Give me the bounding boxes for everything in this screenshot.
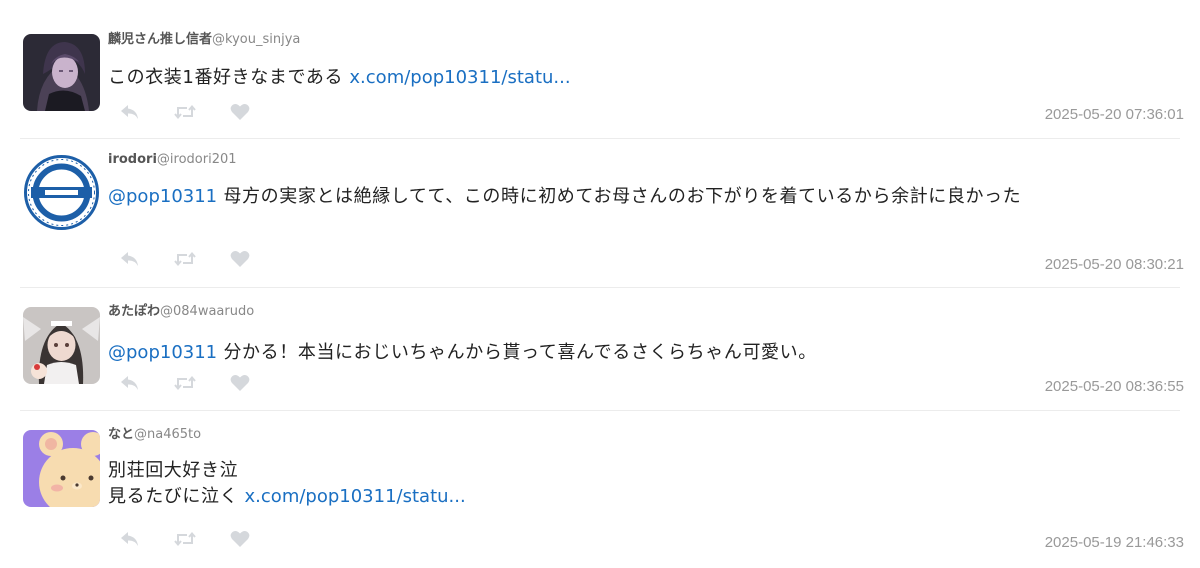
- reply-button[interactable]: [118, 248, 142, 270]
- reply-button[interactable]: [118, 528, 142, 550]
- tweet-text-segment: 見るたびに泣く: [108, 486, 245, 507]
- avatar[interactable]: [23, 34, 100, 111]
- heart-icon: [230, 104, 250, 120]
- reply-icon: [121, 105, 138, 119]
- bear-face-avatar-icon: [23, 430, 100, 507]
- retweet-icon: [174, 251, 196, 267]
- tweet-item: あたぽわ@084waarudo @pop10311 分かる！本当におじいちゃんか…: [0, 287, 1200, 409]
- tweet-text-segment: 分かる！本当におじいちゃんから貰って喜んでるさくらちゃん可愛い。: [217, 342, 817, 363]
- tweet-timestamp[interactable]: 2025-05-20 07:36:01: [1045, 105, 1184, 125]
- tweet-actions: [118, 372, 283, 394]
- tweet-item: irodori@irodori201 @pop10311 母方の実家とは絶縁して…: [0, 138, 1200, 286]
- mention-link[interactable]: @pop10311: [108, 342, 217, 363]
- tweet-header: なと@na465to: [108, 426, 201, 444]
- tweet-text-segment: 別荘回大好き泣: [108, 460, 239, 481]
- tweet-text: この衣装1番好きなまである x.com/pop10311/statu...: [108, 65, 1178, 91]
- dark-haired-character-avatar-icon: [23, 34, 100, 111]
- like-button[interactable]: [228, 248, 252, 270]
- like-button[interactable]: [228, 101, 252, 123]
- tweet-feed: 麟児さん推し信者@kyou_sinjya この衣装1番好きなまである x.com…: [0, 0, 1200, 568]
- tweet-text-line: 別荘回大好き泣: [108, 458, 1178, 484]
- reply-button[interactable]: [118, 372, 142, 394]
- tweet-text-segment: 母方の実家とは絶縁してて、この時に初めてお母さんのお下がりを着ているから余計に良…: [217, 186, 1022, 207]
- tweet-text-segment: この衣装1番好きなまである: [108, 67, 350, 88]
- blue-emblem-avatar-icon: [23, 154, 100, 231]
- tweet-text: @pop10311 母方の実家とは絶縁してて、この時に初めてお母さんのお下がりを…: [108, 184, 1178, 210]
- like-button[interactable]: [228, 528, 252, 550]
- user-handle[interactable]: @kyou_sinjya: [212, 32, 300, 47]
- retweet-button[interactable]: [173, 528, 197, 550]
- tweet-timestamp[interactable]: 2025-05-20 08:36:55: [1045, 377, 1184, 397]
- tweet-item: なと@na465to 別荘回大好き泣 見るたびに泣く x.com/pop1031…: [0, 410, 1200, 568]
- retweet-icon: [174, 375, 196, 391]
- retweet-icon: [174, 531, 196, 547]
- tweet-item: 麟児さん推し信者@kyou_sinjya この衣装1番好きなまである x.com…: [0, 22, 1200, 138]
- mention-link[interactable]: @pop10311: [108, 186, 217, 207]
- avatar[interactable]: [23, 154, 100, 231]
- tweet-header: 麟児さん推し信者@kyou_sinjya: [108, 31, 300, 49]
- user-handle[interactable]: @irodori201: [157, 152, 237, 167]
- user-name[interactable]: irodori: [108, 152, 157, 167]
- retweet-button[interactable]: [173, 248, 197, 270]
- tweet-link[interactable]: x.com/pop10311/statu...: [349, 67, 570, 88]
- like-button[interactable]: [228, 372, 252, 394]
- user-name[interactable]: 麟児さん推し信者: [108, 32, 212, 47]
- tweet-actions: [118, 248, 283, 270]
- tweet-link[interactable]: x.com/pop10311/statu...: [245, 486, 466, 507]
- tweet-actions: [118, 528, 283, 550]
- tweet-text-line: 見るたびに泣く x.com/pop10311/statu...: [108, 484, 1178, 510]
- tweet-text: 別荘回大好き泣 見るたびに泣く x.com/pop10311/statu...: [108, 458, 1178, 510]
- tweet-text: @pop10311 分かる！本当におじいちゃんから貰って喜んでるさくらちゃん可愛…: [108, 340, 1178, 366]
- tweet-actions: [118, 101, 283, 123]
- tweet-header: あたぽわ@084waarudo: [108, 303, 254, 321]
- tweet-header: irodori@irodori201: [108, 151, 237, 169]
- tweet-timestamp[interactable]: 2025-05-19 21:46:33: [1045, 533, 1184, 553]
- reply-icon: [121, 532, 138, 546]
- tweet-timestamp[interactable]: 2025-05-20 08:30:21: [1045, 255, 1184, 275]
- user-handle[interactable]: @na465to: [134, 427, 201, 442]
- retweet-button[interactable]: [173, 372, 197, 394]
- heart-icon: [230, 251, 250, 267]
- user-name[interactable]: なと: [108, 427, 134, 442]
- maid-character-avatar-icon: [23, 307, 100, 384]
- heart-icon: [230, 531, 250, 547]
- user-handle[interactable]: @084waarudo: [160, 304, 254, 319]
- avatar[interactable]: [23, 307, 100, 384]
- retweet-icon: [174, 104, 196, 120]
- user-name[interactable]: あたぽわ: [108, 304, 160, 319]
- reply-icon: [121, 376, 138, 390]
- heart-icon: [230, 375, 250, 391]
- retweet-button[interactable]: [173, 101, 197, 123]
- reply-button[interactable]: [118, 101, 142, 123]
- avatar[interactable]: [23, 430, 100, 507]
- reply-icon: [121, 252, 138, 266]
